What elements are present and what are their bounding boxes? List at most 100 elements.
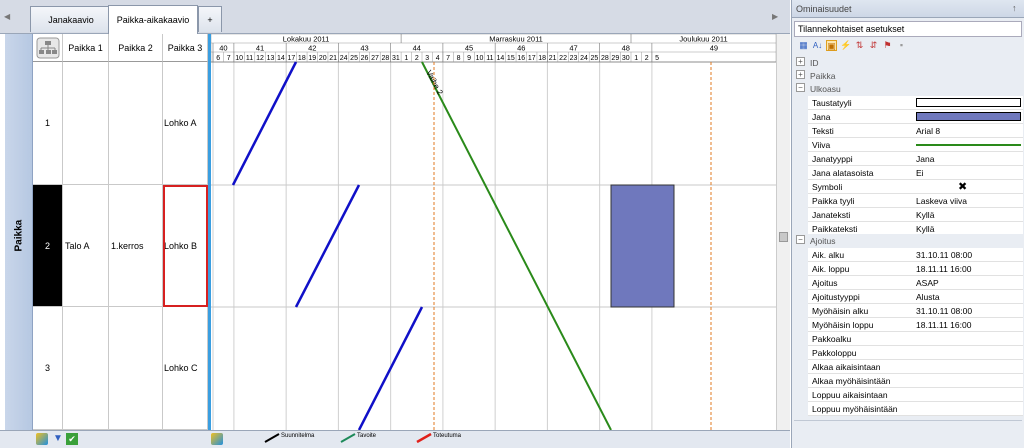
- property-row[interactable]: Paikka tyyli Laskeva viiva: [808, 194, 1023, 208]
- background-swatch: [916, 98, 1021, 107]
- collapse-icon[interactable]: −: [796, 83, 805, 92]
- section-id[interactable]: + ID: [792, 56, 1023, 70]
- table-cell[interactable]: Talo A: [63, 185, 109, 307]
- chart-palette-icon[interactable]: [211, 433, 223, 445]
- scroll-thumb[interactable]: [779, 232, 788, 242]
- bar-swatch: [916, 112, 1021, 121]
- categorized-icon[interactable]: ▦: [798, 40, 809, 51]
- section-ajoitus[interactable]: − Ajoitus: [792, 234, 1023, 248]
- property-row[interactable]: Symboli ✖: [808, 180, 1023, 194]
- day-label: 17: [528, 55, 536, 62]
- day-label: 4: [436, 55, 440, 62]
- property-row[interactable]: Alkaa aikaisintaan: [808, 360, 1023, 374]
- collapse-icon[interactable]: −: [796, 235, 805, 244]
- table-cell[interactable]: [63, 307, 109, 430]
- property-value[interactable]: Laskeva viiva: [916, 196, 967, 206]
- legend-swatch: [340, 433, 356, 443]
- day-label: 23: [570, 55, 578, 62]
- save-icon[interactable]: ▪: [896, 40, 907, 51]
- property-row[interactable]: Aik. loppu 18.11.11 16:00: [808, 262, 1023, 276]
- add-tab-button[interactable]: +: [198, 6, 222, 32]
- column-header-paikka3[interactable]: Paikka 3: [163, 34, 208, 62]
- filter-props-icon[interactable]: ⇵: [868, 40, 879, 51]
- section-ulkoasu[interactable]: − Ulkoasu: [792, 82, 1023, 96]
- day-label: 25: [591, 55, 599, 62]
- properties-icon[interactable]: ▣: [826, 40, 837, 51]
- property-row[interactable]: Jana alatasoista Ei: [808, 166, 1023, 180]
- property-value[interactable]: Alusta: [916, 292, 940, 302]
- property-row[interactable]: Ajoitus ASAP: [808, 276, 1023, 290]
- vertical-scrollbar[interactable]: [776, 34, 790, 430]
- property-row[interactable]: Ajoitustyyppi Alusta: [808, 290, 1023, 304]
- property-row[interactable]: Viiva: [808, 138, 1023, 152]
- property-value[interactable]: Jana: [916, 154, 934, 164]
- property-row[interactable]: Loppuu myöhäisintään: [808, 402, 1023, 416]
- flag-icon[interactable]: ⚑: [882, 40, 893, 51]
- sort-icon[interactable]: ⇅: [854, 40, 865, 51]
- target-line[interactable]: [421, 61, 612, 431]
- expand-icon[interactable]: +: [796, 57, 805, 66]
- property-value[interactable]: 31.10.11 08:00: [916, 250, 972, 260]
- property-row[interactable]: Jana: [808, 110, 1023, 124]
- scroll-right-icon[interactable]: ▶: [772, 12, 778, 21]
- table-cell[interactable]: Lohko C: [163, 307, 208, 430]
- filter-icon[interactable]: ▼: [53, 433, 63, 444]
- row-number[interactable]: 1: [33, 62, 63, 185]
- property-key: Ajoitustyyppi: [812, 292, 860, 302]
- symbol-x-icon[interactable]: ✖: [958, 180, 967, 193]
- property-value[interactable]: Arial 8: [916, 126, 940, 136]
- tab-janakaavio[interactable]: Janakaavio: [30, 6, 112, 32]
- events-icon[interactable]: ⚡: [840, 40, 851, 51]
- property-row[interactable]: Myöhäisin loppu 18.11.11 16:00: [808, 318, 1023, 332]
- property-row[interactable]: Taustatyyli: [808, 96, 1023, 110]
- property-value[interactable]: ASAP: [916, 278, 939, 288]
- property-key: Viiva: [812, 140, 831, 150]
- table-cell[interactable]: [109, 62, 163, 185]
- palette-icon[interactable]: [36, 433, 48, 445]
- property-key: Janateksti: [812, 210, 851, 220]
- section-label: Ajoitus: [810, 236, 836, 246]
- property-value[interactable]: 18.11.11 16:00: [916, 320, 971, 330]
- row-number[interactable]: 3: [33, 307, 63, 430]
- property-value[interactable]: 31.10.11 08:00: [916, 306, 972, 316]
- property-key: Loppuu aikaisintaan: [812, 390, 888, 400]
- property-row[interactable]: Janateksti Kyllä: [808, 208, 1023, 222]
- table-cell[interactable]: [63, 62, 109, 185]
- day-label: 15: [507, 55, 515, 62]
- property-row[interactable]: Pakkoloppu: [808, 346, 1023, 360]
- table-cell-selected[interactable]: Lohko B: [163, 185, 208, 307]
- property-row[interactable]: Alkaa myöhäisintään: [808, 374, 1023, 388]
- table-cell[interactable]: [109, 307, 163, 430]
- hierarchy-button[interactable]: [33, 34, 63, 62]
- property-key: Paikka tyyli: [812, 196, 855, 206]
- pin-icon[interactable]: ↑: [1012, 3, 1017, 13]
- property-value[interactable]: Kyllä: [916, 210, 934, 220]
- tab-paikka-aikakaavio[interactable]: Paikka-aikakaavio: [108, 5, 198, 34]
- table-cell[interactable]: 1.kerros: [109, 185, 163, 307]
- table-cell[interactable]: Lohko A: [163, 62, 208, 185]
- property-value[interactable]: 18.11.11 16:00: [916, 264, 971, 274]
- property-row[interactable]: Myöhäisin alku 31.10.11 08:00: [808, 304, 1023, 318]
- filter-check-icon[interactable]: ✔: [66, 433, 78, 445]
- property-value[interactable]: Kyllä: [916, 224, 934, 234]
- row-number-selected[interactable]: 2: [33, 185, 63, 307]
- property-row[interactable]: Teksti Arial 8: [808, 124, 1023, 138]
- legend-swatch: [264, 433, 280, 443]
- settings-dropdown[interactable]: Tilannekohtaiset asetukset: [794, 21, 1022, 37]
- property-row[interactable]: Aik. alku 31.10.11 08:00: [808, 248, 1023, 262]
- column-header-paikka2[interactable]: Paikka 2: [109, 34, 163, 62]
- plan-line[interactable]: [294, 184, 361, 308]
- column-header-paikka1[interactable]: Paikka 1: [63, 34, 109, 62]
- task-block[interactable]: [610, 184, 675, 308]
- property-row[interactable]: Janatyyppi Jana: [808, 152, 1023, 166]
- property-value[interactable]: Ei: [916, 168, 924, 178]
- gantt-chart[interactable]: 6 7 10 11 12 13 14 17 18 19 20 21 24 25 26 27 28 31 1 2 3 4 7 8…: [208, 33, 777, 431]
- property-row[interactable]: Loppuu aikaisintaan: [808, 388, 1023, 402]
- scroll-left-icon[interactable]: ◀: [4, 12, 10, 21]
- day-label: 14: [277, 55, 285, 62]
- sort-az-icon[interactable]: A↓: [812, 40, 823, 51]
- panel-scrollbar[interactable]: [1011, 412, 1023, 418]
- expand-icon[interactable]: +: [796, 70, 805, 79]
- section-paikka[interactable]: + Paikka: [792, 69, 1023, 83]
- property-row[interactable]: Pakkoalku: [808, 332, 1023, 346]
